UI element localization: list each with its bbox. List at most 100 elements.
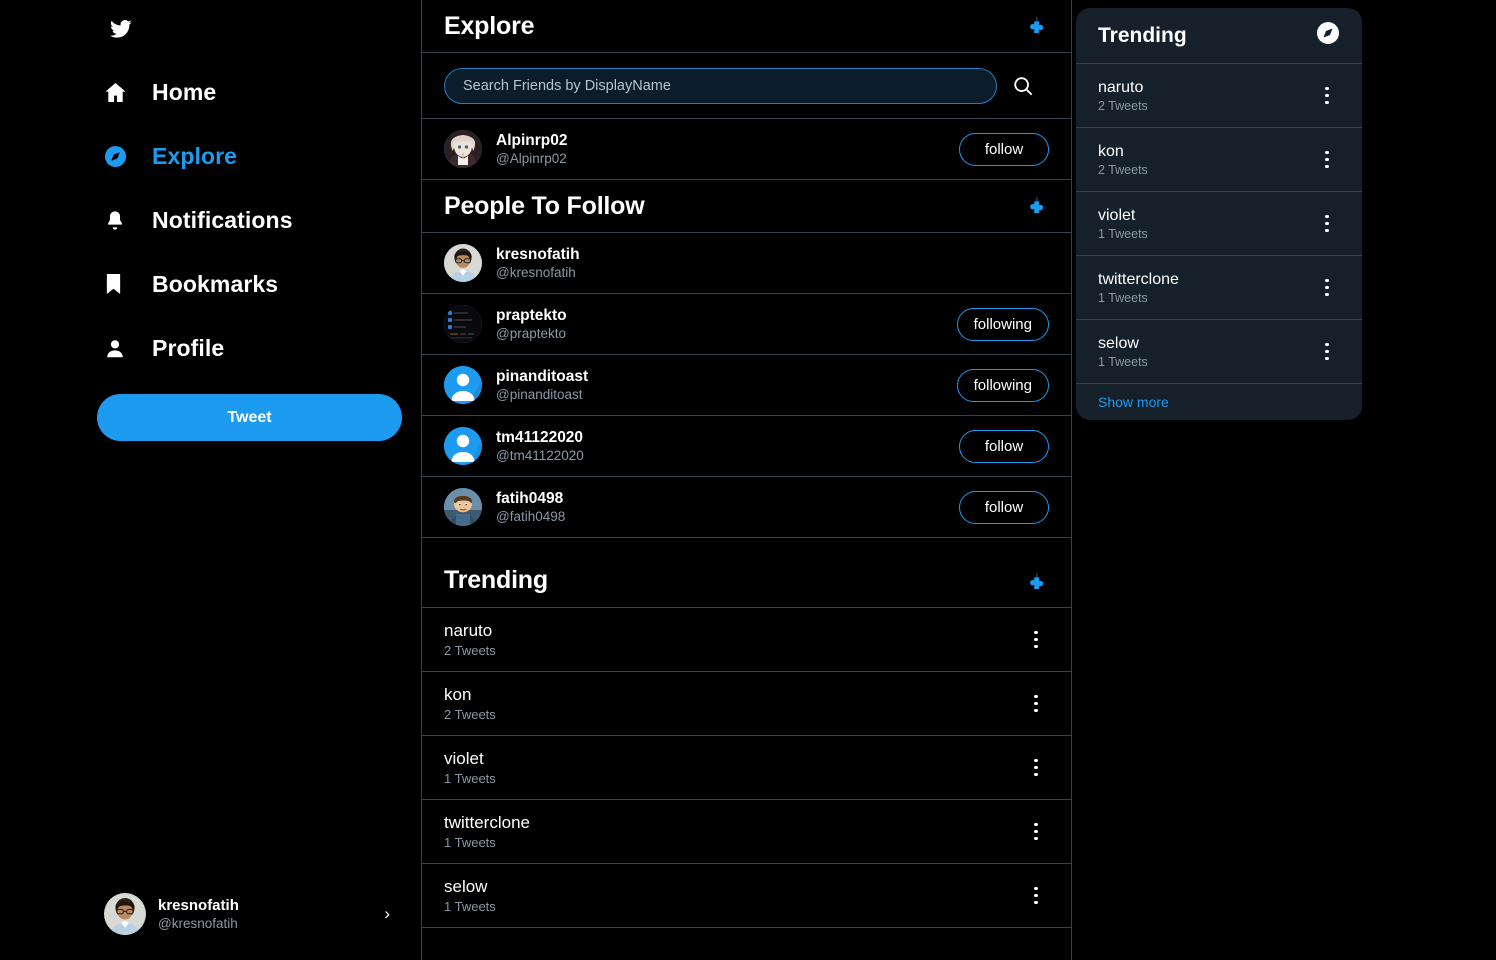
list-item[interactable]: kresnofatih @kresnofatih <box>422 233 1071 294</box>
tweet-button[interactable]: Tweet <box>97 394 402 441</box>
more-options-icon[interactable] <box>1314 211 1340 237</box>
user-name: pinanditoast <box>496 368 589 385</box>
explore-result-row[interactable]: Alpinrp02 @Alpinrp02 follow <box>422 119 1071 180</box>
trend-name: selow <box>1098 335 1139 352</box>
following-button[interactable]: following <box>956 368 1049 402</box>
trend-item[interactable]: selow 1 Tweets <box>422 864 1071 928</box>
trend-item[interactable]: selow 1 Tweets <box>1076 320 1362 384</box>
trend-name: naruto <box>444 621 493 640</box>
sidebar-item-label: Home <box>152 78 217 105</box>
user-text: kresnofatih @kresnofatih <box>496 245 1049 281</box>
user-handle: @pinanditoast <box>496 387 583 402</box>
avatar <box>444 305 482 343</box>
trend-text: violet 1 Tweets <box>444 748 1023 787</box>
sidebar-item-profile[interactable]: Profile <box>96 316 406 380</box>
avatar <box>444 244 482 282</box>
more-options-icon[interactable] <box>1314 83 1340 109</box>
search-icon[interactable] <box>997 75 1049 97</box>
search-input[interactable] <box>444 67 997 104</box>
user-text: tm41122020 @tm41122020 <box>496 428 959 464</box>
trend-text: selow 1 Tweets <box>1098 333 1314 370</box>
sidebar-item-notifications[interactable]: Notifications <box>96 188 406 252</box>
page-title: Explore <box>444 11 535 40</box>
sidebar-item-explore[interactable]: Explore <box>96 124 406 188</box>
trend-item[interactable]: violet 1 Tweets <box>1076 192 1362 256</box>
left-sidebar: Home Explore Notifications Bookmarks Pro… <box>0 0 421 960</box>
trend-text: naruto 2 Tweets <box>444 620 1023 659</box>
user-name: Alpinrp02 <box>496 132 568 149</box>
trend-count: 1 Tweets <box>1098 355 1148 369</box>
trend-item-partial[interactable] <box>422 928 1071 960</box>
trend-text: kon 2 Tweets <box>1098 141 1314 178</box>
twitter-clone-app: Home Explore Notifications Bookmarks Pro… <box>0 0 1496 960</box>
user-name: tm41122020 <box>496 429 584 446</box>
user-handle: @tm41122020 <box>496 448 584 463</box>
trend-text: twitterclone 1 Tweets <box>444 812 1023 851</box>
puzzle-icon[interactable] <box>1023 13 1049 39</box>
avatar <box>444 130 482 168</box>
more-options-icon[interactable] <box>1314 147 1340 173</box>
trend-item[interactable]: violet 1 Tweets <box>422 736 1071 800</box>
list-item[interactable]: tm41122020 @tm41122020 follow <box>422 416 1071 477</box>
user-handle: @praptekto <box>496 326 566 341</box>
more-options-icon[interactable] <box>1023 819 1049 845</box>
right-sidebar: Trending naruto 2 Tweets kon 2 Tweets vi… <box>1072 0 1496 960</box>
list-item[interactable]: pinanditoast @pinanditoast following <box>422 355 1071 416</box>
show-more-link[interactable]: Show more <box>1076 384 1362 420</box>
sidebar-nav: Home Explore Notifications Bookmarks Pro… <box>96 60 406 380</box>
trend-item[interactable]: kon 2 Tweets <box>422 672 1071 736</box>
trend-item[interactable]: twitterclone 1 Tweets <box>1076 256 1362 320</box>
trend-count: 1 Tweets <box>1098 291 1148 305</box>
trend-text: twitterclone 1 Tweets <box>1098 269 1314 306</box>
user-text: praptekto @praptekto <box>496 306 957 342</box>
list-item[interactable]: praptekto @praptekto following <box>422 294 1071 355</box>
more-options-icon[interactable] <box>1023 627 1049 653</box>
user-text: fatih0498 @fatih0498 <box>496 489 959 525</box>
sidebar-item-label: Profile <box>152 334 225 361</box>
trend-name: kon <box>444 685 472 704</box>
trend-name: naruto <box>1098 79 1144 96</box>
trend-text: naruto 2 Tweets <box>1098 77 1314 114</box>
section-title: Trending <box>444 566 548 594</box>
more-options-icon[interactable] <box>1023 691 1049 717</box>
home-icon <box>96 81 142 104</box>
chevron-right-icon[interactable]: › <box>384 904 396 924</box>
current-user-handle: @kresnofatih <box>158 915 238 931</box>
sidebar-item-home[interactable]: Home <box>96 60 406 124</box>
trend-item[interactable]: twitterclone 1 Tweets <box>422 800 1071 864</box>
sidebar-item-bookmarks[interactable]: Bookmarks <box>96 252 406 316</box>
more-options-icon[interactable] <box>1314 339 1340 365</box>
current-user-text: kresnofatih @kresnofatih <box>158 897 384 932</box>
sidebar-item-label: Bookmarks <box>152 270 279 297</box>
user-name: kresnofatih <box>496 246 580 263</box>
user-text: Alpinrp02 @Alpinrp02 <box>496 131 959 167</box>
main-column: Explore Search Friends by DisplayName Al… <box>421 0 1072 960</box>
more-options-icon[interactable] <box>1314 275 1340 301</box>
puzzle-icon[interactable] <box>1023 193 1049 219</box>
puzzle-icon[interactable] <box>1023 569 1049 595</box>
current-user-card[interactable]: kresnofatih @kresnofatih › <box>104 890 396 938</box>
trending-header: Trending <box>422 538 1071 608</box>
avatar <box>104 893 146 935</box>
user-name: praptekto <box>496 307 567 324</box>
trend-count: 1 Tweets <box>1098 227 1148 241</box>
follow-button[interactable]: follow <box>959 490 1049 524</box>
compass-icon[interactable] <box>1316 21 1340 50</box>
follow-button[interactable]: follow <box>959 429 1049 463</box>
list-item[interactable]: fatih0498 @fatih0498 follow <box>422 477 1071 538</box>
more-options-icon[interactable] <box>1023 883 1049 909</box>
sidebar-item-label: Explore <box>152 142 238 169</box>
trend-item[interactable]: naruto 2 Tweets <box>1076 64 1362 128</box>
section-title: People To Follow <box>444 191 645 220</box>
following-button[interactable]: following <box>956 307 1049 341</box>
user-handle: @fatih0498 <box>496 509 566 524</box>
trend-name: twitterclone <box>1098 271 1179 288</box>
explore-header: Explore <box>422 0 1071 53</box>
sidebar-item-label: Notifications <box>152 206 293 233</box>
trend-item[interactable]: naruto 2 Tweets <box>422 608 1071 672</box>
twitter-bird-icon[interactable] <box>104 12 138 46</box>
more-options-icon[interactable] <box>1023 755 1049 781</box>
bell-icon <box>96 209 142 232</box>
trend-item[interactable]: kon 2 Tweets <box>1076 128 1362 192</box>
follow-button[interactable]: follow <box>959 132 1049 166</box>
